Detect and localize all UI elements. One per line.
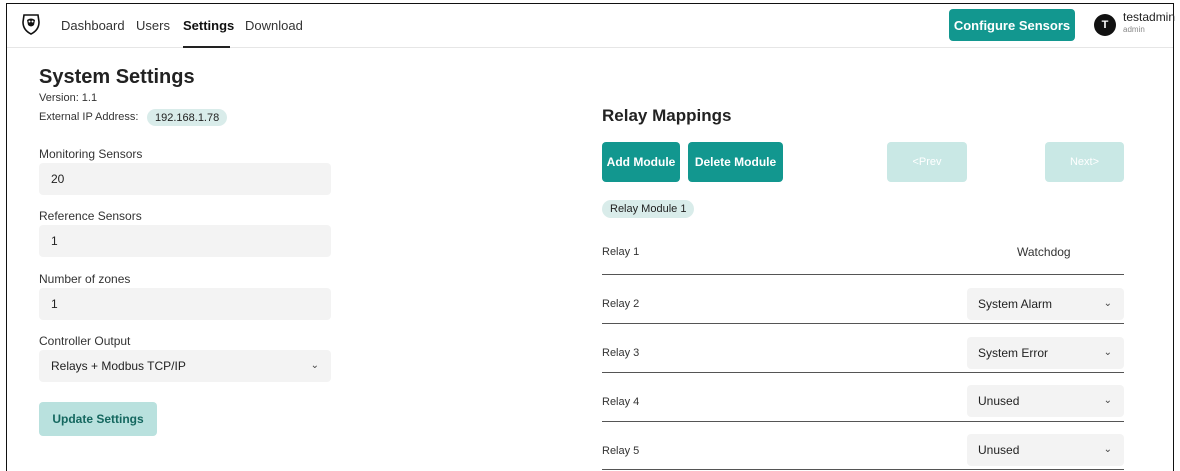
nav-users[interactable]: Users — [136, 18, 170, 33]
nav-download[interactable]: Download — [245, 18, 303, 33]
monitoring-sensors-label: Monitoring Sensors — [39, 147, 143, 161]
zones-label: Number of zones — [39, 272, 131, 286]
chevron-down-icon: ⌄ — [1103, 298, 1112, 309]
user-role: admin — [1123, 25, 1145, 34]
relay-label: Relay 4 — [602, 396, 640, 408]
ip-badge: 192.168.1.78 — [147, 109, 228, 126]
relay-mappings-title: Relay Mappings — [602, 106, 732, 125]
relay-2-select[interactable]: System Alarm ⌄ — [967, 288, 1124, 320]
app-window: Dashboard Users Settings Download Config… — [6, 3, 1176, 471]
chevron-down-icon: ⌄ — [1103, 444, 1112, 455]
relay-label: Relay 1 — [602, 246, 640, 258]
relay-label: Relay 3 — [602, 347, 640, 359]
ip-label: External IP Address: — [39, 111, 139, 123]
update-settings-button[interactable]: Update Settings — [39, 402, 157, 436]
add-module-button[interactable]: Add Module — [602, 142, 680, 182]
relay-3-value: System Error — [978, 346, 1049, 360]
nav-settings[interactable]: Settings — [183, 18, 234, 33]
relay-divider — [602, 372, 1124, 373]
relay-divider — [602, 274, 1124, 275]
relay-4-select[interactable]: Unused ⌄ — [967, 385, 1124, 417]
user-name: testadmin — [1123, 10, 1176, 24]
app-logo-icon[interactable] — [21, 13, 41, 35]
controller-output-label: Controller Output — [39, 334, 131, 348]
relay-module-badge: Relay Module 1 — [602, 200, 695, 218]
prev-button[interactable]: <Prev — [887, 142, 967, 182]
top-navbar: Dashboard Users Settings Download Config… — [7, 4, 1176, 48]
relay-5-value: Unused — [978, 443, 1020, 457]
version-text: Version: 1.1 — [39, 92, 98, 104]
configure-sensors-button[interactable]: Configure Sensors — [949, 9, 1075, 41]
relay-2-value: System Alarm — [978, 297, 1053, 311]
relay-divider — [602, 421, 1124, 422]
relay-3-select[interactable]: System Error ⌄ — [967, 337, 1124, 369]
chevron-down-icon: ⌄ — [310, 360, 319, 371]
zones-input[interactable]: 1 — [39, 288, 331, 320]
controller-output-value: Relays + Modbus TCP/IP — [51, 359, 186, 373]
nav-dashboard[interactable]: Dashboard — [61, 18, 125, 33]
delete-module-button[interactable]: Delete Module — [688, 142, 783, 182]
avatar[interactable]: T — [1094, 14, 1116, 36]
reference-sensors-input[interactable]: 1 — [39, 225, 331, 257]
relay-1-value: Watchdog — [1017, 245, 1071, 259]
monitoring-sensors-input[interactable]: 20 — [39, 163, 331, 195]
page-title: System Settings — [39, 66, 195, 88]
chevron-down-icon: ⌄ — [1103, 395, 1112, 406]
relay-5-select[interactable]: Unused ⌄ — [967, 434, 1124, 466]
next-button[interactable]: Next> — [1045, 142, 1124, 182]
relay-label: Relay 2 — [602, 298, 640, 310]
relay-label: Relay 5 — [602, 445, 640, 457]
relay-4-value: Unused — [978, 394, 1020, 408]
nav-active-indicator — [183, 46, 230, 48]
relay-divider — [602, 323, 1124, 324]
relay-divider — [602, 469, 1124, 470]
reference-sensors-label: Reference Sensors — [39, 209, 142, 223]
controller-output-select[interactable]: Relays + Modbus TCP/IP ⌄ — [39, 350, 331, 382]
chevron-down-icon: ⌄ — [1103, 347, 1112, 358]
